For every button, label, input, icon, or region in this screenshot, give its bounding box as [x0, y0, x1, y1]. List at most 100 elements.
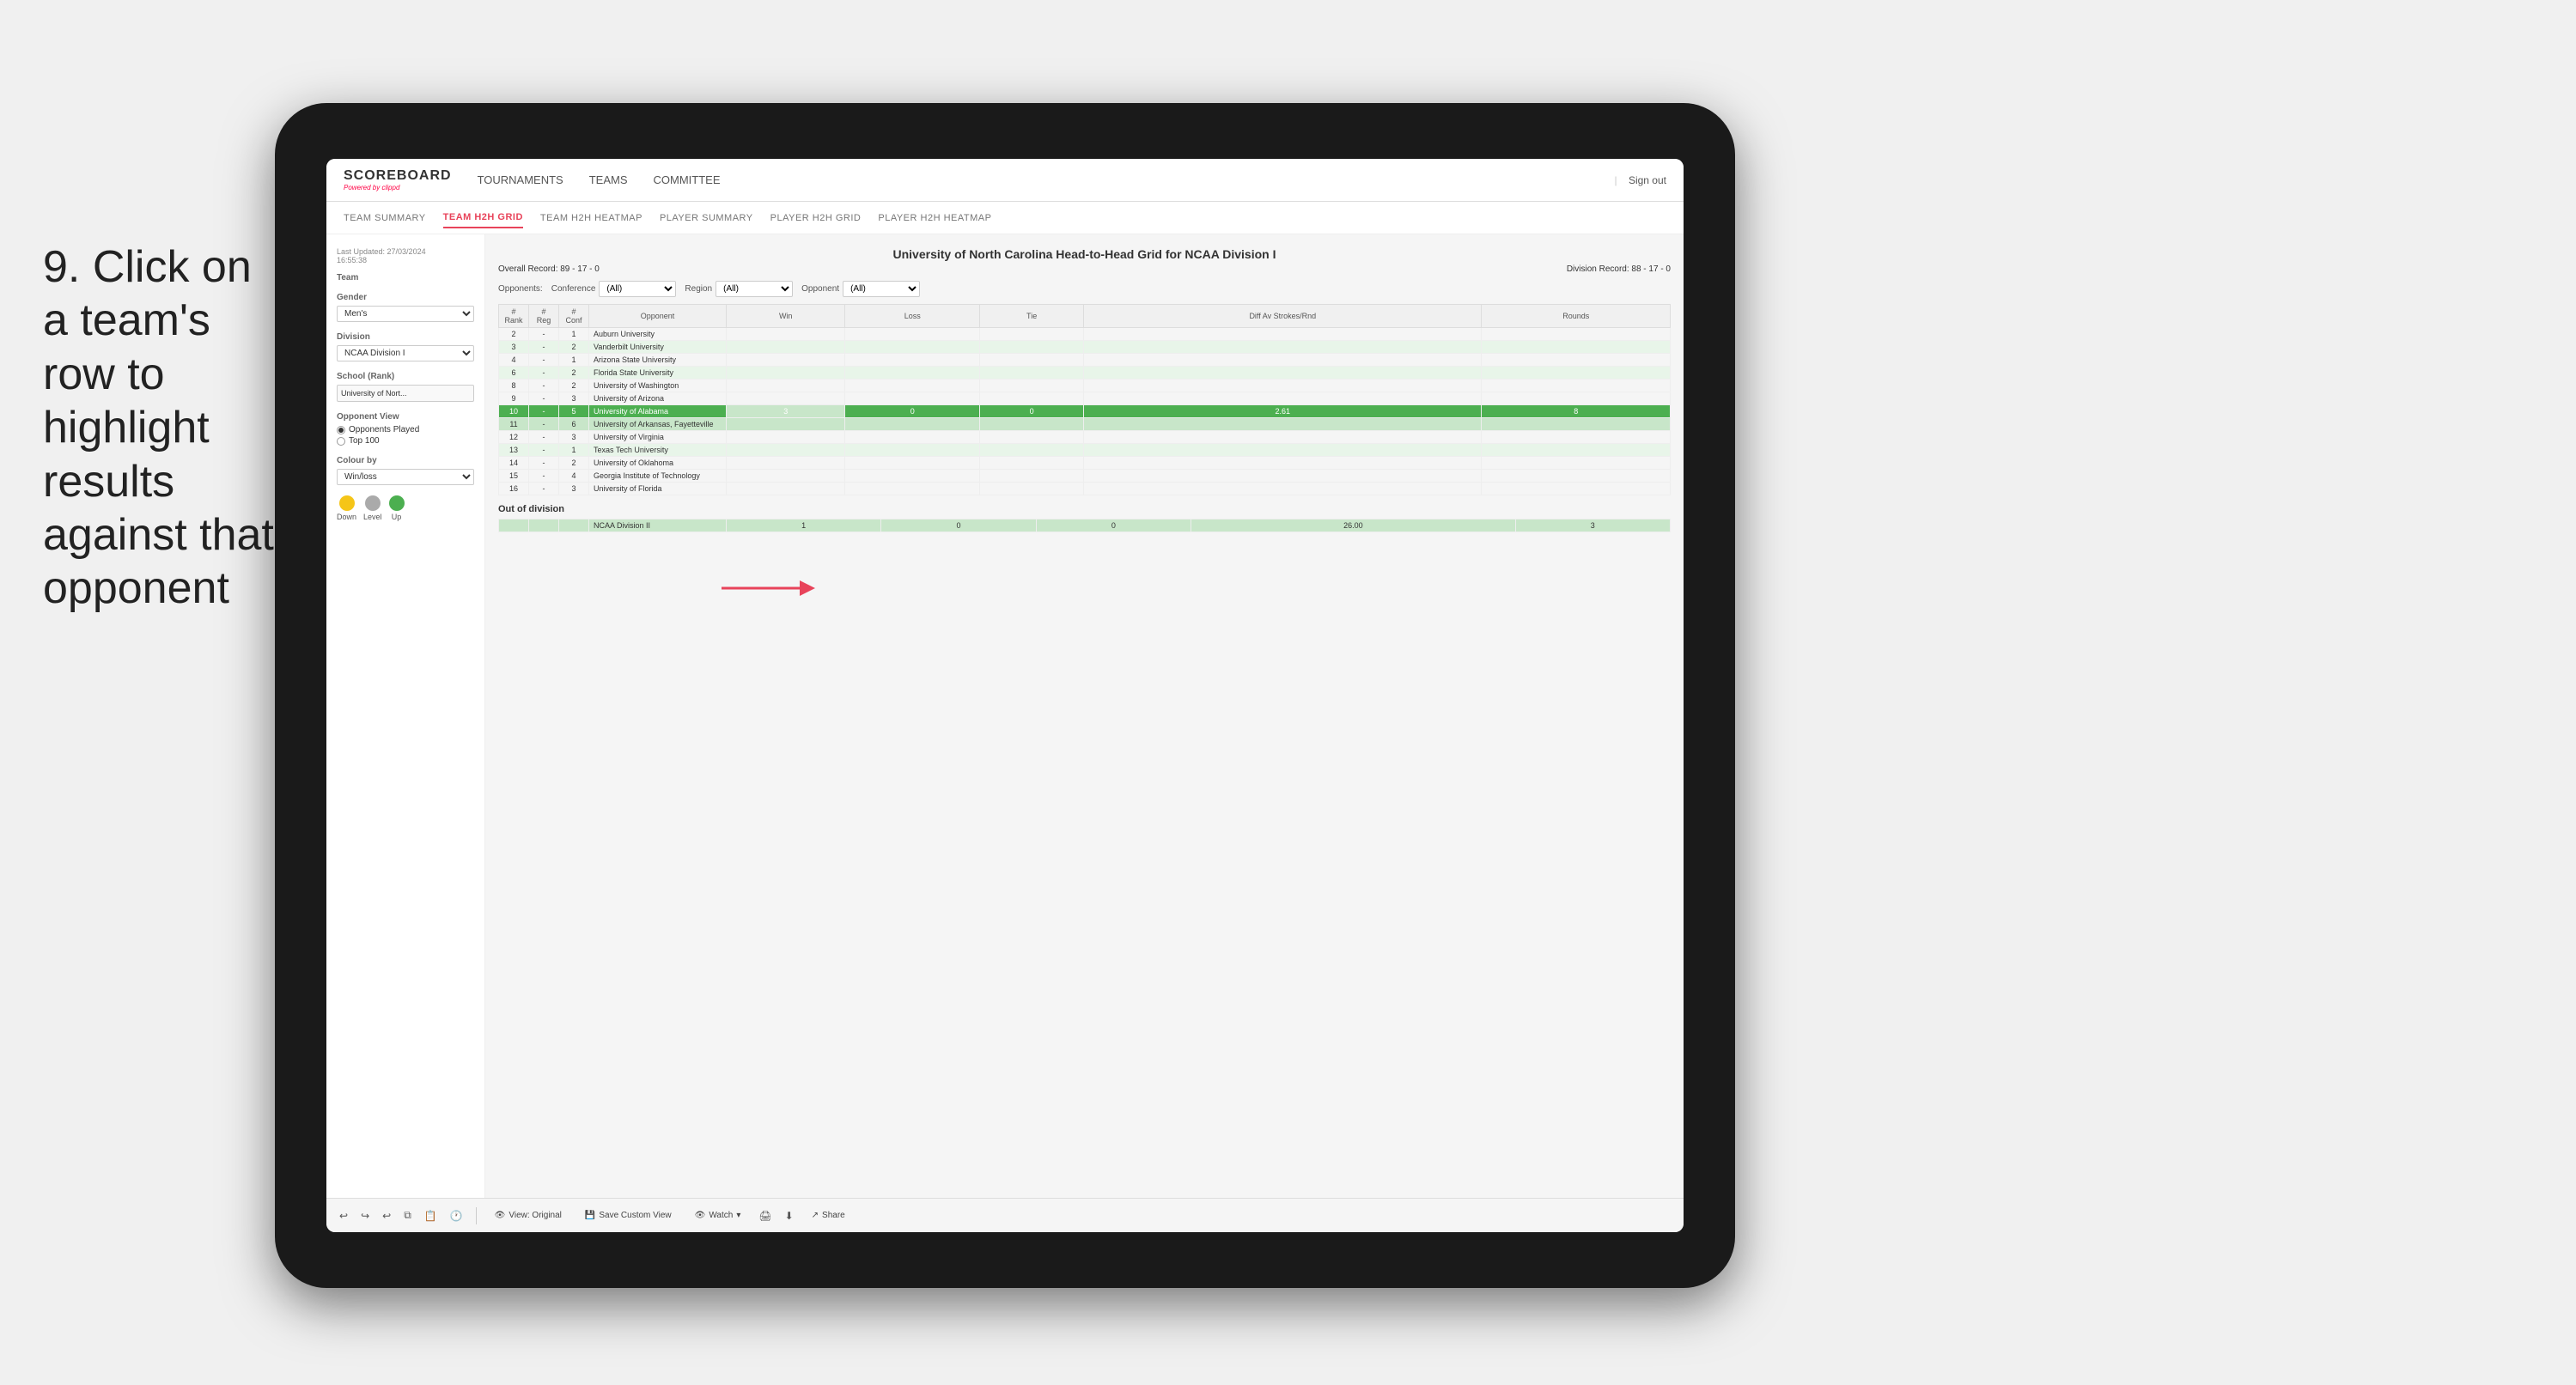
clock-icon[interactable]: 🕐 [450, 1210, 463, 1222]
rounds-cell [1482, 367, 1671, 380]
redo-icon[interactable]: ↪ [361, 1210, 369, 1222]
opponent-select[interactable]: (All) [843, 281, 920, 297]
paste-icon[interactable]: 📋 [424, 1210, 437, 1222]
win-cell [727, 470, 845, 483]
diff-cell [1084, 431, 1482, 444]
table-row[interactable]: 14-2University of Oklahoma [499, 457, 1671, 470]
tablet-device: SCOREBOARD Powered by clippd TOURNAMENTS… [275, 103, 1735, 1288]
tie-cell [980, 328, 1084, 341]
region-filter: Region (All) [685, 281, 793, 297]
view-original-btn[interactable]: 👁 View: Original [490, 1208, 567, 1223]
undo2-icon[interactable]: ↩ [382, 1210, 391, 1222]
sub-nav-team-h2h-grid[interactable]: TEAM H2H GRID [443, 208, 523, 228]
out-division-row[interactable]: NCAA Division II 1 0 0 26.00 3 [499, 519, 1671, 532]
diff-cell [1084, 444, 1482, 457]
conf-cell: 1 [559, 354, 589, 367]
table-row[interactable]: 10-5University of Alabama3002.618 [499, 405, 1671, 418]
out-division-tie: 0 [1036, 519, 1191, 532]
rounds-cell [1482, 380, 1671, 392]
table-row[interactable]: 2-1Auburn University [499, 328, 1671, 341]
sidebar-school-section: School (Rank) University of Nort... [337, 372, 474, 402]
conf-cell: 1 [559, 444, 589, 457]
out-division-rounds: 3 [1515, 519, 1670, 532]
download-icon[interactable]: ⬇ [785, 1210, 794, 1222]
sidebar: Last Updated: 27/03/2024 16:55:38 Team G… [326, 234, 485, 1198]
rank-cell: 12 [499, 431, 529, 444]
out-division-win: 1 [727, 519, 881, 532]
sub-nav-player-h2h-heatmap[interactable]: PLAYER H2H HEATMAP [878, 209, 991, 228]
share-btn[interactable]: ↗ Share [807, 1208, 850, 1223]
loss-cell [845, 380, 980, 392]
table-row[interactable]: 6-2Florida State University [499, 367, 1671, 380]
conference-select[interactable]: (All) [599, 281, 676, 297]
legend-up: Up [389, 495, 405, 521]
conf-cell: 2 [559, 367, 589, 380]
tie-cell [980, 354, 1084, 367]
loss-cell [845, 354, 980, 367]
watch-btn[interactable]: 👁 Watch ▾ [690, 1208, 746, 1223]
sub-nav-player-h2h-grid[interactable]: PLAYER H2H GRID [770, 209, 862, 228]
table-row[interactable]: 3-2Vanderbilt University [499, 341, 1671, 354]
sign-out-link[interactable]: Sign out [1629, 174, 1666, 186]
reg-cell: - [529, 470, 559, 483]
gender-select[interactable]: Men's [337, 306, 474, 322]
col-rank: # Rank [499, 305, 529, 328]
table-row[interactable]: 16-3University of Florida [499, 483, 1671, 495]
table-row[interactable]: 4-1Arizona State University [499, 354, 1671, 367]
nav-tournaments[interactable]: TOURNAMENTS [478, 169, 563, 191]
opponent-filter: Opponent (All) [801, 281, 920, 297]
diff-cell [1084, 380, 1482, 392]
conf-cell: 2 [559, 457, 589, 470]
sub-nav-team-summary[interactable]: TEAM SUMMARY [344, 209, 426, 228]
undo-icon[interactable]: ↩ [339, 1210, 348, 1222]
reg-cell: - [529, 392, 559, 405]
top-nav: SCOREBOARD Powered by clippd TOURNAMENTS… [326, 159, 1684, 202]
sub-nav-player-summary[interactable]: PLAYER SUMMARY [660, 209, 753, 228]
sub-nav: TEAM SUMMARY TEAM H2H GRID TEAM H2H HEAT… [326, 202, 1684, 234]
conf-cell: 5 [559, 405, 589, 418]
rank-cell: 2 [499, 328, 529, 341]
reg-cell: - [529, 328, 559, 341]
legend-level: Level [363, 495, 382, 521]
rounds-cell [1482, 483, 1671, 495]
rank-cell: 16 [499, 483, 529, 495]
diff-cell [1084, 392, 1482, 405]
sidebar-colour-section: Colour by Win/loss [337, 456, 474, 485]
sub-nav-team-h2h-heatmap[interactable]: TEAM H2H HEATMAP [540, 209, 642, 228]
region-select[interactable]: (All) [716, 281, 793, 297]
colour-select[interactable]: Win/loss [337, 469, 474, 485]
loss-cell [845, 392, 980, 405]
win-cell [727, 354, 845, 367]
tie-cell [980, 418, 1084, 431]
save-custom-view-btn[interactable]: 💾 Save Custom View [580, 1208, 677, 1223]
radio-top100[interactable]: Top 100 [337, 436, 474, 446]
reg-cell: - [529, 431, 559, 444]
diff-cell [1084, 418, 1482, 431]
table-row[interactable]: 15-4Georgia Institute of Technology [499, 470, 1671, 483]
table-row[interactable]: 13-1Texas Tech University [499, 444, 1671, 457]
division-select[interactable]: NCAA Division I [337, 345, 474, 361]
diff-cell [1084, 457, 1482, 470]
table-row[interactable]: 8-2University of Washington [499, 380, 1671, 392]
out-division-loss: 0 [881, 519, 1036, 532]
table-row[interactable]: 11-6University of Arkansas, Fayetteville [499, 418, 1671, 431]
copy-icon[interactable]: ⧉ [404, 1209, 411, 1222]
col-conf: # Conf [559, 305, 589, 328]
opponent-cell: University of Florida [589, 483, 727, 495]
table-row[interactable]: 9-3University of Arizona [499, 392, 1671, 405]
tablet-screen: SCOREBOARD Powered by clippd TOURNAMENTS… [326, 159, 1684, 1232]
print-icon[interactable]: 🖨 [758, 1210, 771, 1222]
nav-teams[interactable]: TEAMS [589, 169, 628, 191]
opponent-cell: University of Virginia [589, 431, 727, 444]
table-row[interactable]: 12-3University of Virginia [499, 431, 1671, 444]
radio-opponents-played[interactable]: Opponents Played [337, 425, 474, 434]
nav-committee[interactable]: COMMITTEE [654, 169, 721, 191]
logo-scoreboard: SCOREBOARD [344, 168, 452, 184]
opponent-cell: University of Arkansas, Fayetteville [589, 418, 727, 431]
share-icon: ↗ [812, 1211, 819, 1220]
diff-cell [1084, 341, 1482, 354]
opponent-cell: Arizona State University [589, 354, 727, 367]
conf-cell: 3 [559, 392, 589, 405]
tie-cell [980, 444, 1084, 457]
rounds-cell [1482, 341, 1671, 354]
